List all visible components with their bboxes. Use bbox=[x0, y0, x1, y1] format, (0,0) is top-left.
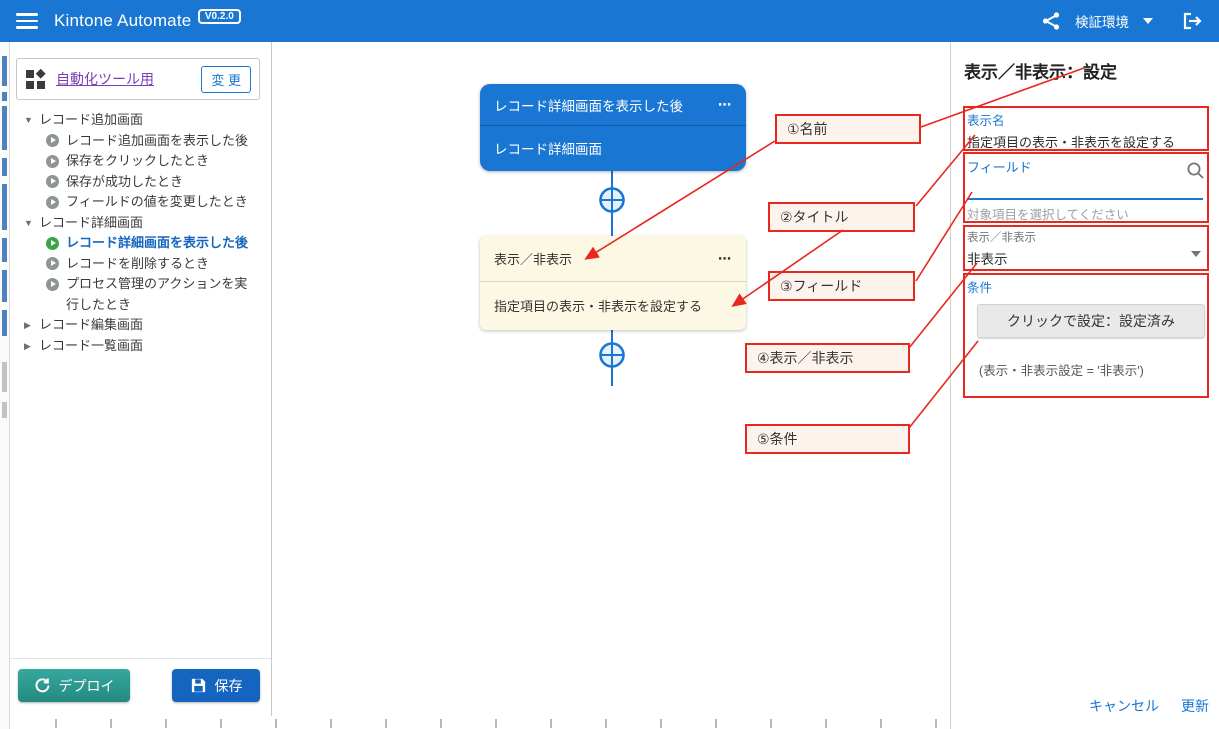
flow-node-action[interactable]: 表示／非表示 ⋯ 指定項目の表示・非表示を設定する bbox=[480, 236, 746, 330]
panel-title: 表示／非表示：設定 bbox=[964, 58, 1117, 83]
node-menu-icon[interactable]: ⋯ bbox=[718, 251, 732, 267]
annotation-box-field: ③フィールド bbox=[768, 271, 915, 301]
event-icon bbox=[46, 175, 59, 188]
node-title: レコード詳細画面を表示した後 bbox=[494, 95, 683, 115]
tree-group-record-add[interactable]: ▼レコード追加画面 bbox=[10, 110, 268, 131]
floppy-disk-icon bbox=[190, 677, 207, 694]
expand-arrow-icon[interactable]: ▶ bbox=[24, 336, 34, 357]
app-blocks-icon bbox=[25, 69, 46, 90]
flow-node-trigger[interactable]: レコード詳細画面を表示した後 ⋯ レコード詳細画面 bbox=[480, 84, 746, 171]
tree-event-selected[interactable]: レコード詳細画面を表示した後 bbox=[10, 233, 268, 254]
highlight-box-visibility bbox=[963, 225, 1209, 271]
app-title: Kintone Automate bbox=[54, 11, 191, 30]
highlight-box-field bbox=[963, 152, 1209, 223]
page-thumbnail-strip bbox=[0, 42, 10, 729]
add-step-icon[interactable] bbox=[598, 186, 626, 214]
annotation-box-condition: ⑤条件 bbox=[745, 424, 910, 454]
node-menu-icon[interactable]: ⋯ bbox=[718, 97, 732, 113]
logout-icon[interactable] bbox=[1181, 11, 1203, 31]
update-link[interactable]: 更新 bbox=[1181, 696, 1209, 716]
tree-event[interactable]: レコードを削除するとき bbox=[10, 254, 268, 275]
version-badge: V0.2.0 bbox=[198, 9, 241, 24]
annotation-box-visibility: ④表示／非表示 bbox=[745, 343, 910, 373]
sidebar-footer: デプロイ 保存 bbox=[10, 658, 271, 710]
change-app-button[interactable]: 変 更 bbox=[201, 66, 251, 93]
node-title: 表示／非表示 bbox=[494, 249, 572, 268]
tree-event[interactable]: レコード追加画面を表示した後 bbox=[10, 131, 268, 152]
tree-event[interactable]: 保存をクリックしたとき bbox=[10, 151, 268, 172]
annotation-box-name: ①名前 bbox=[775, 114, 921, 144]
event-icon bbox=[46, 134, 59, 147]
event-icon bbox=[46, 155, 59, 168]
add-step-icon[interactable] bbox=[598, 341, 626, 369]
event-tree: ▼レコード追加画面 レコード追加画面を表示した後 保存をクリックしたとき 保存が… bbox=[10, 110, 268, 356]
hamburger-menu-icon[interactable] bbox=[16, 13, 38, 29]
environment-caret-icon[interactable] bbox=[1143, 18, 1153, 24]
sidebar: 自動化ツール用 変 更 ▼レコード追加画面 レコード追加画面を表示した後 保存を… bbox=[10, 42, 272, 716]
event-icon bbox=[46, 196, 59, 209]
environment-label[interactable]: 検証環境 bbox=[1075, 11, 1129, 31]
tree-group-record-edit[interactable]: ▶レコード編集画面 bbox=[10, 315, 268, 336]
tree-event[interactable]: 保存が成功したとき bbox=[10, 172, 268, 193]
tree-event[interactable]: プロセス管理のアクションを実行したとき bbox=[10, 274, 268, 315]
event-icon bbox=[46, 257, 59, 270]
app-selector: 自動化ツール用 変 更 bbox=[16, 58, 260, 100]
app-name-link[interactable]: 自動化ツール用 bbox=[56, 69, 154, 89]
save-button-label: 保存 bbox=[215, 676, 243, 696]
highlight-box-display-name bbox=[963, 106, 1209, 151]
tree-event[interactable]: フィールドの値を変更したとき bbox=[10, 192, 268, 213]
share-icon[interactable] bbox=[1041, 11, 1061, 31]
highlight-box-condition bbox=[963, 273, 1209, 398]
refresh-icon bbox=[34, 677, 51, 694]
tree-group-record-detail[interactable]: ▼レコード詳細画面 bbox=[10, 213, 268, 234]
node-subtitle: レコード詳細画面 bbox=[494, 138, 602, 158]
cancel-link[interactable]: キャンセル bbox=[1089, 696, 1159, 716]
app-window: Kintone Automate V0.2.0 検証環境 bbox=[0, 0, 1219, 729]
collapse-arrow-icon[interactable]: ▼ bbox=[24, 213, 34, 234]
deploy-button-label: デプロイ bbox=[59, 676, 115, 696]
top-bar: Kintone Automate V0.2.0 検証環境 bbox=[0, 0, 1219, 42]
node-subtitle: 指定項目の表示・非表示を設定する bbox=[494, 296, 702, 315]
annotation-box-title: ②タイトル bbox=[768, 202, 915, 232]
collapse-arrow-icon[interactable]: ▼ bbox=[24, 110, 34, 131]
tree-group-record-list[interactable]: ▶レコード一覧画面 bbox=[10, 336, 268, 357]
settings-panel: 表示／非表示：設定 表示名 指定項目の表示・非表示を設定する フィールド 対象項… bbox=[950, 42, 1219, 729]
save-button[interactable]: 保存 bbox=[172, 669, 260, 702]
expand-arrow-icon[interactable]: ▶ bbox=[24, 315, 34, 336]
event-icon-active bbox=[46, 237, 59, 250]
deploy-button[interactable]: デプロイ bbox=[18, 669, 130, 702]
event-icon bbox=[46, 278, 59, 291]
